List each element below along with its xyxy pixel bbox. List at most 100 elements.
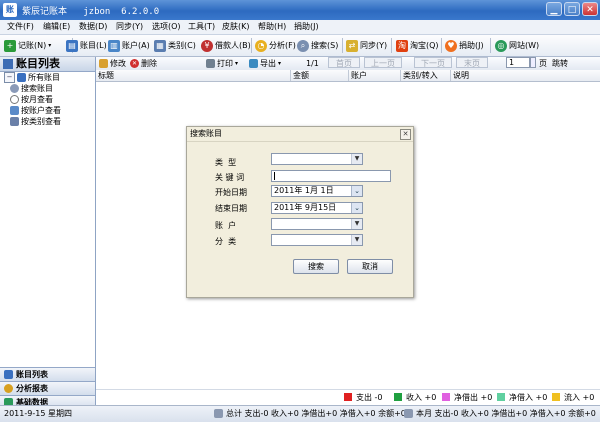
first-page-button[interactable]: 首页 — [328, 57, 360, 68]
legend-label: 净借入 +0 — [509, 392, 548, 402]
column-amount[interactable]: 金额 — [290, 70, 348, 81]
toolbar-separator — [441, 38, 442, 53]
legend-swatch — [394, 393, 402, 401]
column-note[interactable]: 说明 — [450, 70, 600, 81]
folder-icon — [17, 72, 26, 82]
tree-item-label: 按账户查看 — [21, 105, 61, 115]
legend-swatch — [344, 393, 352, 401]
search-icon: ⌕ — [297, 39, 309, 52]
left-panel: 账目列表 − 所有账目 搜索账目 按月查看 按账户查看 按类别查看 账目列表 分… — [0, 57, 96, 409]
globe-icon: ◎ — [495, 39, 507, 52]
tree-item-label: 按月查看 — [21, 94, 53, 104]
start-date-picker[interactable]: 2011年 1月 1日 ⌄ — [271, 185, 363, 197]
record-button[interactable]: + 记账(N) ▾ — [4, 37, 51, 54]
close-button[interactable]: ✕ — [582, 2, 598, 16]
sync-button[interactable]: ⇄ 同步(Y) — [346, 37, 387, 54]
printer-icon — [206, 59, 215, 68]
menu-options[interactable]: 选项(O) — [152, 21, 181, 33]
collapse-icon[interactable]: − — [4, 71, 15, 83]
print-button[interactable]: 打印 ▾ — [206, 58, 238, 69]
accounts-icon — [10, 105, 19, 115]
app-icon: 账 — [3, 3, 17, 17]
website-button[interactable]: ◎ 网站(W) — [495, 37, 539, 54]
tab-label: 账目列表 — [16, 370, 48, 379]
donate-icon: ♥ — [445, 39, 457, 52]
search-button[interactable]: ⌕ 搜索(S) — [297, 37, 338, 54]
calendar-dropdown-icon: ⌄ — [351, 186, 362, 196]
export-label: 导出 — [260, 59, 276, 68]
column-category[interactable]: 类别/转入 — [400, 70, 450, 81]
menu-help[interactable]: 帮助(H) — [258, 21, 286, 33]
minimize-button[interactable]: ▁ — [546, 2, 562, 16]
taobao-label: 淘宝(Q) — [410, 41, 439, 50]
search-submit-button[interactable]: 搜索 — [293, 259, 339, 274]
edit-icon — [99, 59, 108, 68]
list-icon — [4, 370, 13, 379]
accounts-label: 账户(A) — [122, 41, 150, 50]
tree-item-search[interactable]: 搜索账目 — [10, 83, 53, 93]
borrower-button[interactable]: ¥ 借款人(B) — [201, 37, 251, 54]
menu-sync[interactable]: 同步(Y) — [116, 21, 143, 33]
edit-button[interactable]: 修改 — [99, 58, 126, 69]
menu-donate[interactable]: 捐助(J) — [294, 21, 319, 33]
export-button[interactable]: 导出 ▾ — [249, 58, 281, 69]
maximize-button[interactable]: □ — [564, 2, 580, 16]
tree-item-month[interactable]: 按月查看 — [10, 94, 53, 104]
status-totals: 总计 支出-0 收入+0 净借出+0 净借入+0 余额+0 — [226, 409, 406, 418]
keyword-input[interactable] — [271, 170, 391, 182]
tree-item-by-account[interactable]: 按账户查看 — [10, 105, 61, 115]
next-page-button[interactable]: 下一页 — [414, 57, 452, 68]
category-button[interactable]: ▦ 类别(C) — [154, 37, 196, 54]
prev-page-button[interactable]: 上一页 — [364, 57, 402, 68]
last-page-button[interactable]: 末页 — [456, 57, 488, 68]
page-spinner[interactable] — [530, 57, 536, 68]
menu-file[interactable]: 文件(F) — [7, 21, 34, 33]
toolbar-separator — [251, 38, 252, 53]
tree-item-label: 所有账目 — [28, 72, 60, 82]
start-date-label: 开始日期 — [215, 188, 247, 197]
book-icon: ▤ — [66, 39, 78, 52]
account-book-button[interactable]: ▤ 账目(L) — [66, 37, 107, 54]
status-month: 本月 支出-0 收入+0 净借出+0 净借入+0 余额+0 — [416, 409, 596, 418]
account-label: 账 户 — [215, 221, 237, 230]
tab-analysis-report[interactable]: 分析报表 — [0, 381, 95, 395]
goto-button[interactable]: 跳转 — [552, 58, 568, 69]
menu-skin[interactable]: 皮肤(K) — [222, 21, 250, 33]
type-label: 类 型 — [215, 158, 237, 167]
type-select[interactable]: ▼ — [271, 153, 363, 165]
cancel-button[interactable]: 取消 — [347, 259, 393, 274]
dialog-title: 搜索账目 — [190, 129, 222, 138]
category-select[interactable]: ▼ — [271, 234, 363, 246]
accounts-icon: ▥ — [108, 39, 120, 52]
toolbar-separator — [342, 38, 343, 53]
column-title[interactable]: 标题 — [96, 70, 290, 81]
page-number-input[interactable]: 1 — [506, 57, 530, 68]
delete-button[interactable]: ✕ 删除 — [130, 58, 157, 69]
menu-data[interactable]: 数据(D) — [79, 21, 107, 33]
legend-label: 支出 -0 — [356, 392, 383, 402]
tree-item-by-category[interactable]: 按类别查看 — [10, 116, 61, 126]
donate-button[interactable]: ♥ 捐助(J) — [445, 37, 484, 54]
tree-item-all[interactable]: − 所有账目 — [4, 71, 60, 83]
dropdown-arrow-icon: ▼ — [351, 219, 362, 229]
analysis-button[interactable]: ◔ 分析(F) — [255, 37, 296, 54]
menu-tools[interactable]: 工具(T) — [188, 21, 215, 33]
end-date-picker[interactable]: 2011年 9月15日 ⌄ — [271, 202, 363, 214]
category-icon — [10, 116, 19, 126]
donate-label: 捐助(J) — [459, 41, 484, 50]
menu-bar: 文件(F) 编辑(E) 数据(D) 同步(Y) 选项(O) 工具(T) 皮肤(K… — [0, 20, 600, 35]
dialog-close-button[interactable]: ✕ — [400, 129, 411, 140]
sync-label: 同步(Y) — [360, 41, 388, 50]
dropdown-arrow-icon: ▾ — [278, 60, 282, 67]
tab-account-list[interactable]: 账目列表 — [0, 367, 95, 381]
legend-label: 流入 +0 — [564, 392, 595, 402]
category-label: 分 类 — [215, 237, 237, 246]
edit-label: 修改 — [110, 59, 126, 68]
account-select[interactable]: ▼ — [271, 218, 363, 230]
taobao-button[interactable]: 淘 淘宝(Q) — [396, 37, 439, 54]
accounts-button[interactable]: ▥ 账户(A) — [108, 37, 150, 54]
legend-bar: 支出 -0 收入 +0 净借出 +0 净借入 +0 流入 +0 — [96, 389, 600, 405]
grid-header: 标题 金额 账户 类别/转入 说明 — [96, 70, 600, 82]
menu-edit[interactable]: 编辑(E) — [43, 21, 70, 33]
column-account[interactable]: 账户 — [348, 70, 400, 81]
